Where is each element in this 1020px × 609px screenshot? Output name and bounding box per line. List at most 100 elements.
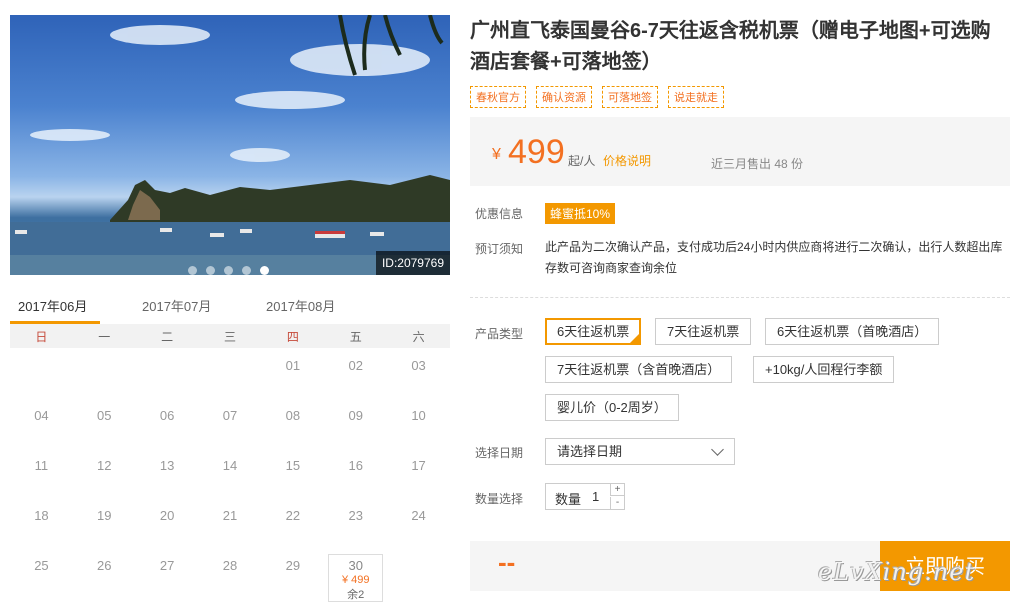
tag-label: 确认资源: [536, 86, 592, 108]
quantity-value[interactable]: 1: [592, 489, 599, 504]
weekday-label: 三: [223, 329, 236, 344]
option-7day-ticket[interactable]: 7天往返机票: [655, 318, 752, 345]
option-label: +10kg/人回程行李额: [765, 362, 883, 377]
weekday-label: 一: [98, 329, 111, 344]
month-tabs: 2017年06月 2017年07月 2017年08月: [10, 290, 450, 324]
product-title: 广州直飞泰国曼谷6-7天往返含税机票（赠电子地图+可选购酒店套餐+可落地签）: [470, 20, 991, 73]
calendar-day: 14: [222, 458, 238, 473]
weekday-label: 日: [35, 329, 48, 344]
calendar-day: 11: [34, 458, 49, 473]
calendar-day: 25: [34, 558, 49, 573]
weekday-label: 六: [412, 329, 425, 344]
option-6day-ticket-hotel[interactable]: 6天往返机票（首晚酒店）: [765, 318, 940, 345]
section-divider: [470, 297, 1010, 298]
option-label: 6天往返机票: [557, 324, 630, 339]
calendar-day: 29: [285, 558, 301, 573]
quantity-stepper[interactable]: 数量 1 + -: [545, 483, 625, 510]
increment-button[interactable]: +: [610, 484, 624, 496]
total-price: --: [498, 547, 516, 577]
discount-badge: 蜂蜜抵10%: [545, 203, 616, 224]
calendar-day: 19: [97, 508, 112, 523]
photo-id-badge: ID:2079769: [375, 251, 450, 275]
calendar-day: 24: [411, 508, 426, 523]
price-amount: 499: [508, 133, 565, 171]
weekday-label: 五: [349, 329, 362, 344]
product-type-label: 产品类型: [475, 327, 524, 341]
quantity-label: 数量选择: [475, 492, 524, 506]
calendar-day: 18: [34, 508, 49, 523]
price-box: ¥ 499 起/人 价格说明 近三月售出 48 份: [470, 117, 1010, 186]
option-6day-ticket[interactable]: 6天往返机票: [545, 318, 642, 345]
carousel-dot[interactable]: [260, 266, 269, 275]
option-label: 6天往返机票（首晚酒店）: [777, 324, 928, 339]
tab-month-2017-07[interactable]: 2017年07月: [142, 296, 211, 315]
selected-check-icon: [630, 334, 640, 343]
product-tags: 春秋官方 确认资源 可落地签 说走就走: [470, 86, 724, 108]
calendar-day: 26: [97, 558, 112, 573]
decrement-button[interactable]: -: [610, 497, 624, 509]
date-select[interactable]: 请选择日期: [545, 438, 735, 465]
carousel-dot[interactable]: [242, 266, 251, 275]
option-label: 7天往返机票: [667, 324, 740, 339]
tag-label: 可落地签: [602, 86, 658, 108]
carousel-dot[interactable]: [224, 266, 233, 275]
calendar-day: 13: [159, 458, 175, 473]
calendar-empty-cell: [10, 348, 73, 398]
option-infant[interactable]: 婴儿价（0-2周岁）: [545, 394, 679, 421]
price-unit: 起/人: [568, 154, 596, 168]
calendar-empty-cell: [136, 348, 199, 398]
tag-label: 说走就走: [668, 86, 724, 108]
option-7day-ticket-hotel[interactable]: 7天往返机票（含首晚酒店）: [545, 356, 733, 383]
calendar-day: 23: [348, 508, 363, 523]
calendar-weekday-header: 日 一 二 三 四 五 六: [10, 324, 450, 348]
calendar-grid: 01 02 03 04 05 06 07 08 09 10 11 12 13 14 15 16 17 18 19 20…: [10, 348, 450, 603]
calendar-day: 16: [348, 458, 363, 473]
calendar-day: 27: [159, 558, 175, 573]
calendar-day: 17: [411, 458, 426, 473]
calendar-day-price: ¥ 499: [341, 574, 370, 586]
date-label: 选择日期: [475, 446, 524, 460]
quantity-field-label: 数量: [555, 492, 582, 507]
calendar-day: 01: [285, 358, 301, 373]
option-label: 婴儿价（0-2周岁）: [557, 400, 667, 415]
calendar-day: 06: [159, 408, 175, 423]
chevron-down-icon: [711, 443, 724, 456]
calendar-day-number: 30: [348, 558, 363, 573]
product-photo[interactable]: ID:2079769: [10, 15, 450, 275]
calendar-day: 20: [159, 508, 175, 523]
calendar-day: 04: [34, 408, 49, 423]
calendar-day-stock: 余2: [347, 589, 365, 601]
tag-label: 春秋官方: [470, 86, 526, 108]
calendar-day: 21: [222, 508, 238, 523]
sales-count: 近三月售出 48 份: [711, 157, 804, 171]
calendar-day: 28: [222, 558, 238, 573]
beach-scene-illustration: [10, 15, 450, 275]
calendar-day: 09: [348, 408, 363, 423]
weekday-label: 四: [286, 329, 299, 344]
notice-text: 此产品为二次确认产品，支付成功后24小时内供应商将进行二次确认，出行人数超出库存…: [545, 240, 1003, 275]
calendar-empty-cell: [387, 548, 450, 598]
calendar-empty-cell: [73, 348, 136, 398]
carousel-dots: [188, 266, 269, 275]
calendar-day: 05: [97, 408, 112, 423]
option-label: 7天往返机票（含首晚酒店）: [557, 362, 721, 377]
calendar-day: 07: [222, 408, 238, 423]
discount-label: 优惠信息: [475, 207, 524, 221]
tab-month-2017-08[interactable]: 2017年08月: [266, 296, 335, 315]
option-extra-luggage[interactable]: +10kg/人回程行李额: [753, 356, 895, 383]
carousel-dot[interactable]: [188, 266, 197, 275]
watermark: eLvXing.net: [818, 558, 976, 586]
calendar-day-available[interactable]: 30 ¥ 499 余2: [328, 554, 384, 602]
calendar-day: 03: [411, 358, 426, 373]
notice-label: 预订须知: [475, 242, 524, 256]
calendar-day: 08: [285, 408, 301, 423]
calendar-day: 22: [285, 508, 301, 523]
price-explain-link[interactable]: 价格说明: [603, 152, 651, 169]
calendar-day: 10: [411, 408, 426, 423]
date-select-value: 请选择日期: [557, 444, 623, 459]
tab-month-2017-06[interactable]: 2017年06月: [18, 296, 87, 315]
weekday-label: 二: [161, 329, 174, 344]
carousel-dot[interactable]: [206, 266, 215, 275]
price-currency: ¥: [492, 146, 501, 163]
calendar-empty-cell: [199, 348, 262, 398]
